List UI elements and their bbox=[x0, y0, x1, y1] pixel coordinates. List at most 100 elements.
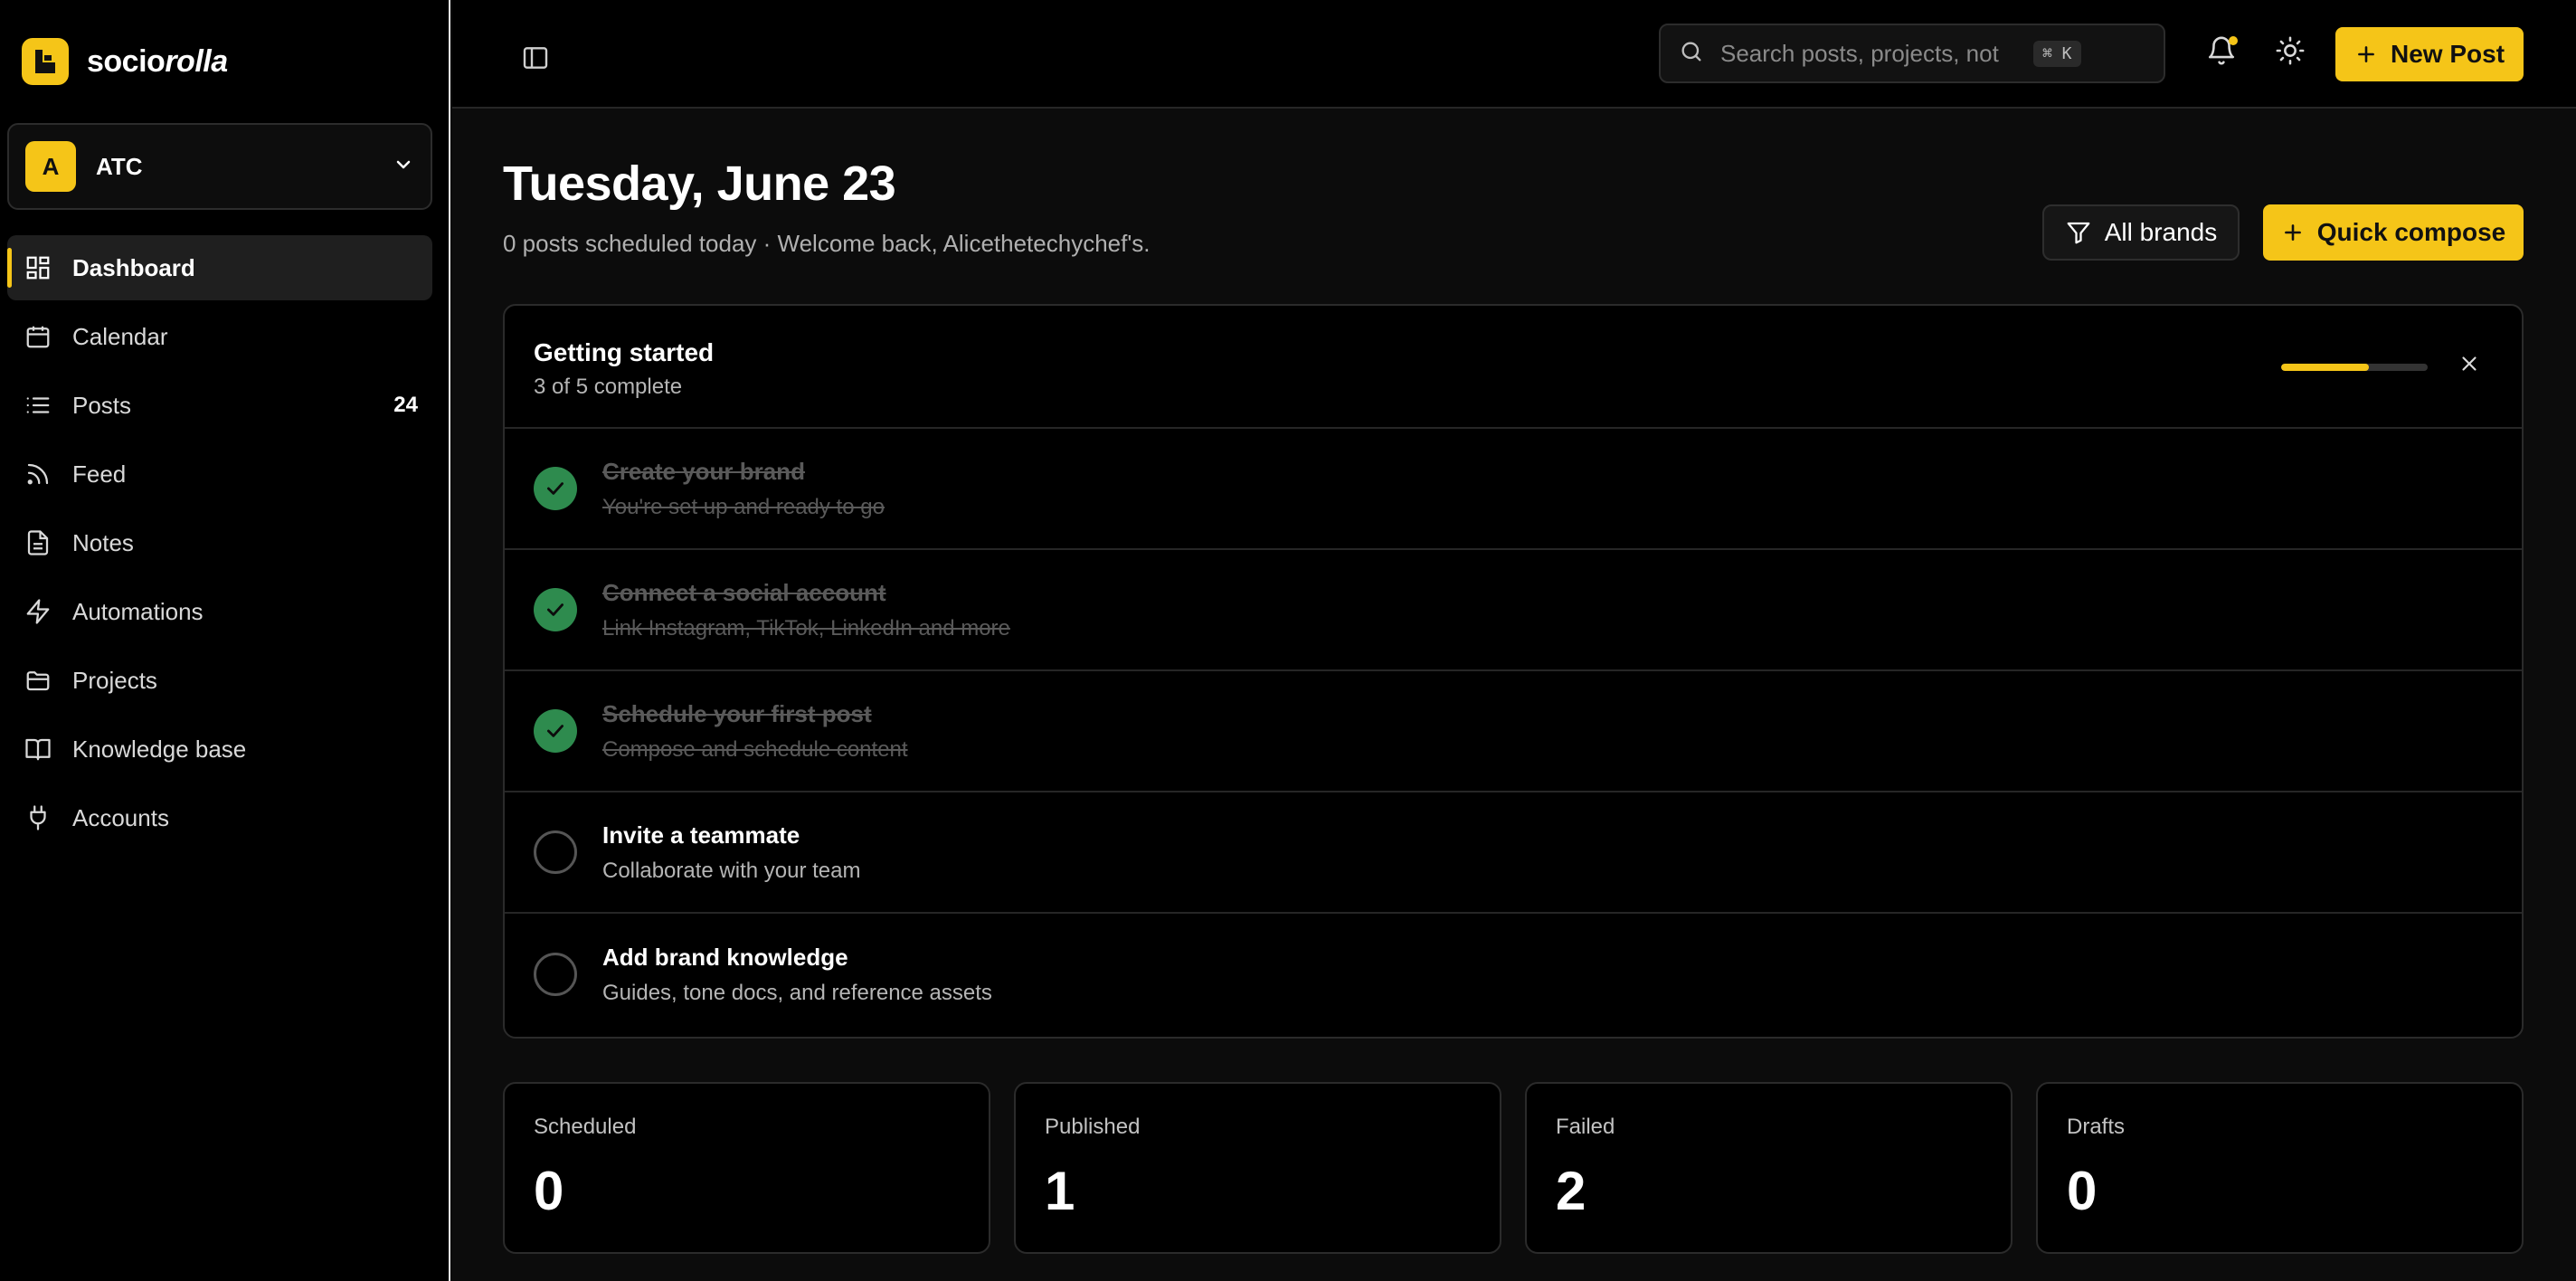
notifications-button[interactable] bbox=[2200, 31, 2243, 74]
page-subtitle: 0 posts scheduled today · Welcome back, … bbox=[503, 230, 1151, 257]
stat-value: 0 bbox=[2067, 1161, 2098, 1221]
theme-toggle-button[interactable] bbox=[2268, 31, 2312, 74]
plus-icon bbox=[2354, 43, 2378, 66]
sidebar-item-label: Accounts bbox=[72, 803, 169, 831]
sidebar-item-label: Dashboard bbox=[72, 253, 195, 281]
app-logo[interactable]: sociorolla bbox=[22, 38, 228, 85]
stat-value: 0 bbox=[534, 1161, 564, 1221]
stat-card-drafts[interactable]: Drafts 0 bbox=[2036, 1082, 2524, 1254]
sidebar-item-label: Knowledge base bbox=[72, 735, 247, 763]
task-title: Schedule your first post bbox=[602, 699, 872, 727]
task-text: Schedule your first post Compose and sch… bbox=[602, 700, 908, 763]
logo-mark-icon bbox=[22, 38, 69, 85]
quick-compose-label: Quick compose bbox=[2316, 218, 2506, 246]
dismiss-button[interactable] bbox=[2453, 349, 2486, 382]
sidebar-item-label: Feed bbox=[72, 460, 127, 488]
filter-icon bbox=[2065, 219, 2092, 246]
check-circle-icon bbox=[534, 709, 577, 753]
task-invite-teammate[interactable]: Invite a teammate Collaborate with your … bbox=[505, 792, 2522, 914]
progress-fill bbox=[2281, 364, 2370, 371]
sun-icon bbox=[2275, 35, 2306, 71]
stat-card-scheduled[interactable]: Scheduled 0 bbox=[503, 1082, 990, 1254]
sidebar-item-label: Notes bbox=[72, 528, 134, 556]
sidebar-item-projects[interactable]: Projects bbox=[7, 648, 432, 713]
dashboard-icon bbox=[24, 253, 52, 282]
getting-started-progress-bar bbox=[2281, 364, 2428, 371]
check-circle-icon bbox=[534, 588, 577, 631]
task-description: Compose and schedule content bbox=[602, 736, 908, 762]
task-text: Add brand knowledge Guides, tone docs, a… bbox=[602, 944, 992, 1006]
task-title: Create your brand bbox=[602, 457, 805, 485]
stat-value: 2 bbox=[1556, 1161, 1586, 1221]
task-description: Guides, tone docs, and reference assets bbox=[602, 980, 992, 1005]
sidebar-item-notes[interactable]: Notes bbox=[7, 510, 432, 575]
empty-circle-icon bbox=[534, 953, 577, 996]
stats-row: Scheduled 0 Published 1 Failed 2 Drafts … bbox=[503, 1082, 2524, 1254]
chevron-down-icon bbox=[393, 154, 414, 180]
sidebar-item-calendar[interactable]: Calendar bbox=[7, 304, 432, 369]
stat-value: 1 bbox=[1045, 1161, 1075, 1221]
task-text: Invite a teammate Collaborate with your … bbox=[602, 821, 860, 884]
getting-started-header: Getting started 3 of 5 complete bbox=[505, 306, 2522, 429]
getting-started-card: Getting started 3 of 5 complete Create y… bbox=[503, 304, 2524, 1039]
stat-label: Failed bbox=[1556, 1115, 1615, 1139]
bolt-icon bbox=[24, 597, 52, 626]
sidebar-nav: Dashboard Calendar Posts 24 Feed Notes A… bbox=[7, 235, 432, 854]
task-text: Create your brand You're set up and read… bbox=[602, 458, 885, 520]
sidebar-item-dashboard[interactable]: Dashboard bbox=[7, 235, 432, 300]
task-description: Link Instagram, TikTok, LinkedIn and mor… bbox=[602, 615, 1010, 640]
task-schedule-first-post[interactable]: Schedule your first post Compose and sch… bbox=[505, 671, 2522, 792]
sidebar-item-label: Automations bbox=[72, 597, 204, 625]
brand-name: ATC bbox=[96, 152, 143, 180]
task-title: Invite a teammate bbox=[602, 821, 800, 849]
book-icon bbox=[24, 735, 52, 764]
task-description: Collaborate with your team bbox=[602, 858, 861, 883]
task-create-brand[interactable]: Create your brand You're set up and read… bbox=[505, 429, 2522, 550]
task-connect-social[interactable]: Connect a social account Link Instagram,… bbox=[505, 550, 2522, 671]
sidebar-item-count: 24 bbox=[393, 393, 418, 417]
getting-started-progress-text: 3 of 5 complete bbox=[534, 375, 683, 399]
sidebar-item-automations[interactable]: Automations bbox=[7, 579, 432, 644]
brand-filter-button[interactable]: All brands bbox=[2042, 204, 2240, 261]
task-text: Connect a social account Link Instagram,… bbox=[602, 579, 1010, 641]
sidebar-item-label: Posts bbox=[72, 391, 132, 419]
stat-card-failed[interactable]: Failed 2 bbox=[1525, 1082, 2012, 1254]
close-icon bbox=[2458, 352, 2481, 380]
plus-icon bbox=[2281, 221, 2305, 244]
getting-started-title: Getting started bbox=[534, 338, 715, 366]
sidebar: sociorolla A ATC Dashboard Calendar Post… bbox=[0, 0, 450, 1281]
logo-text: sociorolla bbox=[87, 43, 228, 79]
app-root: sociorolla A ATC Dashboard Calendar Post… bbox=[0, 0, 2576, 1281]
calendar-icon bbox=[24, 322, 52, 351]
brand-avatar: A bbox=[25, 141, 76, 192]
search-icon bbox=[1679, 39, 1704, 69]
plug-icon bbox=[24, 803, 52, 832]
brand-filter-label: All brands bbox=[2104, 218, 2218, 246]
stat-card-published[interactable]: Published 1 bbox=[1014, 1082, 1501, 1254]
sidebar-item-feed[interactable]: Feed bbox=[7, 441, 432, 507]
search-box[interactable]: ⌘ K bbox=[1659, 24, 2165, 83]
rss-icon bbox=[24, 460, 52, 489]
task-add-brand-knowledge[interactable]: Add brand knowledge Guides, tone docs, a… bbox=[505, 914, 2522, 1035]
task-title: Add brand knowledge bbox=[602, 943, 848, 971]
top-bar bbox=[452, 0, 2576, 109]
task-title: Connect a social account bbox=[602, 578, 886, 606]
empty-circle-icon bbox=[534, 830, 577, 874]
quick-compose-button[interactable]: Quick compose bbox=[2263, 204, 2524, 261]
sidebar-toggle-icon[interactable] bbox=[514, 36, 557, 80]
sidebar-item-accounts[interactable]: Accounts bbox=[7, 785, 432, 850]
sidebar-item-posts[interactable]: Posts 24 bbox=[7, 373, 432, 438]
new-post-label: New Post bbox=[2390, 40, 2505, 68]
brand-switcher[interactable]: A ATC bbox=[7, 123, 432, 210]
list-icon bbox=[24, 391, 52, 420]
sidebar-item-knowledge-base[interactable]: Knowledge base bbox=[7, 716, 432, 782]
sidebar-item-label: Projects bbox=[72, 666, 157, 694]
stat-label: Published bbox=[1045, 1115, 1141, 1139]
search-input[interactable] bbox=[1720, 39, 2028, 68]
sidebar-item-label: Calendar bbox=[72, 322, 168, 350]
stat-label: Scheduled bbox=[534, 1115, 637, 1139]
folder-icon bbox=[24, 666, 52, 695]
stat-label: Drafts bbox=[2067, 1115, 2126, 1139]
new-post-button[interactable]: New Post bbox=[2335, 27, 2524, 81]
notification-dot bbox=[2229, 36, 2238, 45]
